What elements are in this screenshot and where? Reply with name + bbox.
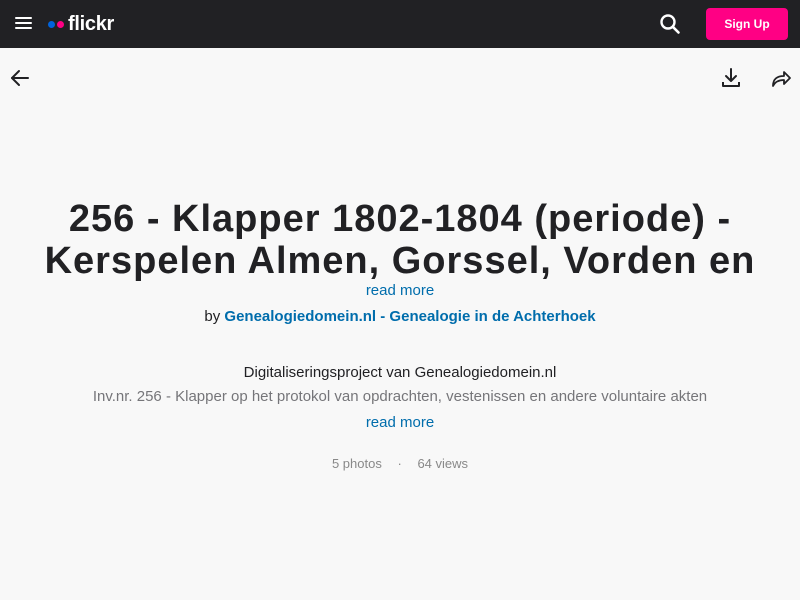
description-line-2: Inv.nr. 256 - Klapper op het protokol va… (92, 388, 708, 405)
album-description: Digitaliseringsproject van Genealogiedom… (0, 361, 800, 409)
title-read-more-link[interactable]: read more (366, 282, 434, 299)
stats-separator: · (397, 456, 402, 471)
logo-blue-dot (48, 20, 55, 28)
hamburger-menu-icon[interactable] (14, 14, 34, 34)
photo-count: 5 photos (331, 456, 382, 471)
share-icon[interactable] (770, 67, 792, 89)
view-count: 64 views (417, 456, 469, 471)
logo-text: flickr (68, 12, 115, 35)
description-read-more-link[interactable]: read more (366, 414, 434, 431)
album-owner-line: by Genealogiedomein.nl - Genealogie in d… (0, 308, 800, 325)
logo-pink-dot (57, 20, 64, 28)
arrow-left-icon[interactable] (10, 68, 30, 88)
album-stats: 5 photos · 64 views (0, 456, 800, 471)
download-icon[interactable] (721, 67, 741, 89)
search-icon[interactable] (659, 13, 681, 35)
album-info: 256 - Klapper 1802-1804 (periode) - Kers… (0, 190, 800, 471)
owner-link[interactable]: Genealogiedomein.nl - Genealogie in de A… (224, 308, 595, 325)
sign-up-button[interactable]: Sign Up (706, 8, 788, 40)
description-line-1: Digitaliseringsproject van Genealogiedom… (243, 364, 557, 381)
flickr-logo[interactable]: flickr (48, 12, 114, 36)
by-label: by (204, 308, 221, 325)
album-title: 256 - Klapper 1802-1804 (periode) - Kers… (44, 198, 756, 282)
top-navigation-bar: flickr Sign Up (0, 0, 800, 48)
